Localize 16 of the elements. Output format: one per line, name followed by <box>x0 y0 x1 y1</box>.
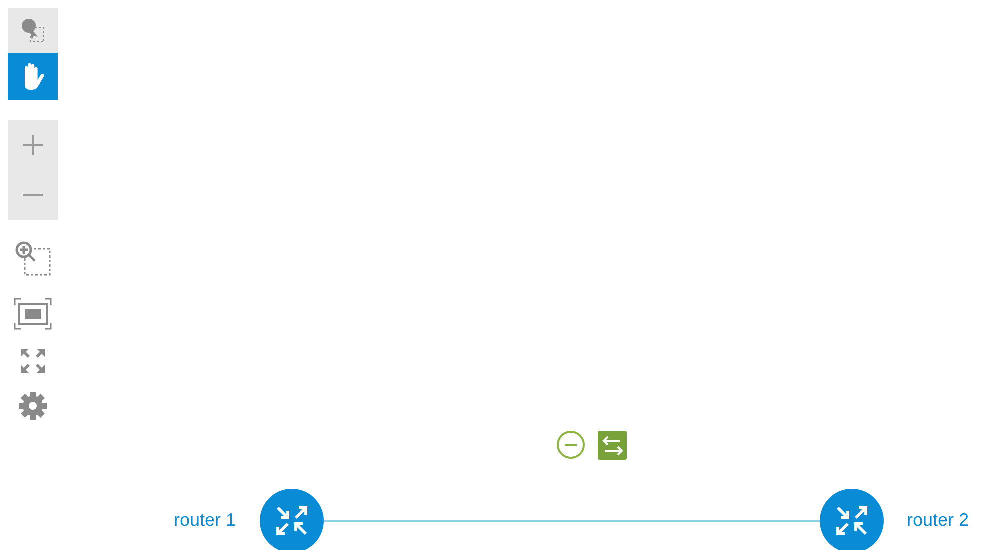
select-button[interactable] <box>8 8 58 53</box>
zoom-out-icon <box>22 193 44 197</box>
settings-icon <box>18 391 48 421</box>
zoom-selection-icon <box>13 239 53 279</box>
pan-button[interactable] <box>8 53 58 100</box>
fit-to-screen-icon <box>13 297 53 331</box>
node-label: router 2 <box>907 509 970 531</box>
collapse-icon[interactable] <box>557 431 585 459</box>
link-group-icon[interactable] <box>598 431 627 460</box>
zoom-in-button[interactable] <box>8 120 58 170</box>
select-icon <box>20 16 46 44</box>
fullscreen-icon <box>20 348 46 374</box>
zoom-in-icon <box>22 134 44 156</box>
node-label: router 1 <box>174 509 236 531</box>
router-icon[interactable] <box>820 489 884 550</box>
router-icon[interactable] <box>260 489 324 550</box>
